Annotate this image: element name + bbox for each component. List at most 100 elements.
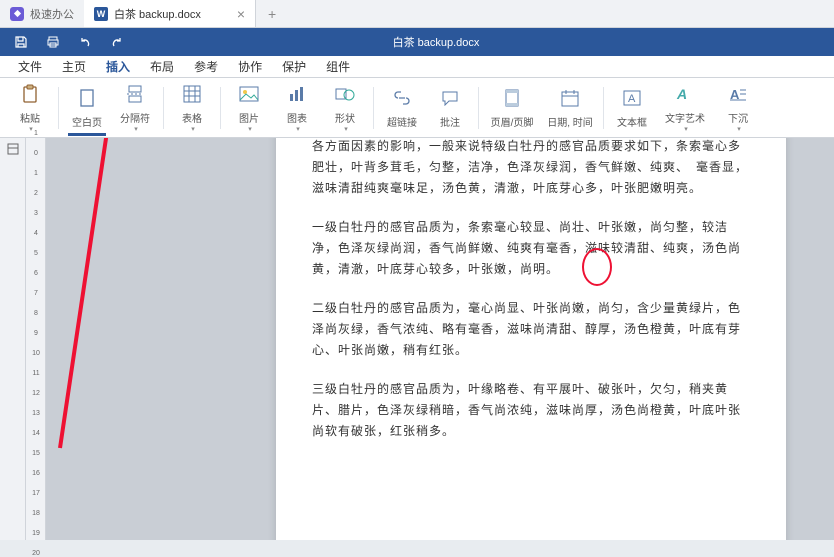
paragraph[interactable]: 各方面因素的影响，一般来说特级白牡丹的感官品质要求如下，条索毫心多肥壮，叶背多茸… — [312, 138, 750, 199]
redo-button[interactable] — [102, 30, 132, 54]
table-label: 表格 — [182, 110, 202, 125]
link-icon — [393, 86, 411, 110]
separator — [373, 87, 374, 129]
separator-label: 分隔符 — [120, 110, 150, 125]
paragraph[interactable]: 二级白牡丹的感官品质为，毫心尚显、叶张尚嫩，尚匀，含少量黄绿片，色泽尚灰绿，香气… — [312, 298, 750, 361]
ruler-tick: 17 — [28, 490, 44, 497]
paste-button[interactable]: 粘贴▾ — [6, 81, 54, 135]
datetime-button[interactable]: 日期, 时间 — [541, 81, 599, 135]
ruler-tick: 2 — [28, 190, 44, 197]
separator-button[interactable]: 分隔符▾ — [111, 81, 159, 135]
save-icon — [14, 35, 28, 49]
menu-home[interactable]: 主页 — [52, 56, 96, 77]
chevron-down-icon: ▾ — [248, 125, 252, 133]
ruler-tick: 1 — [28, 130, 44, 137]
save-button[interactable] — [6, 30, 36, 54]
outline-toggle-button[interactable] — [4, 140, 22, 158]
ruler-tick: 14 — [28, 430, 44, 437]
textbox-label: 文本框 — [617, 114, 647, 129]
dropcap-icon: A — [729, 82, 747, 106]
brand-name: 极速办公 — [30, 6, 74, 22]
dropcap-button[interactable]: A 下沉▾ — [714, 81, 762, 135]
print-icon — [46, 35, 60, 49]
ruler-tick: 19 — [28, 530, 44, 537]
svg-text:A: A — [628, 93, 636, 105]
brand: 极速办公 — [0, 0, 84, 27]
ruler-tick: 4 — [28, 230, 44, 237]
header-footer-icon — [504, 86, 520, 110]
menu-protect[interactable]: 保护 — [272, 56, 316, 77]
wordart-button[interactable]: A 文字艺术▾ — [656, 81, 714, 135]
chart-button[interactable]: 图表▾ — [273, 81, 321, 135]
new-tab-button[interactable]: + — [256, 0, 288, 27]
menu-insert[interactable]: 插入 — [96, 56, 140, 77]
ruler-tick: 20 — [28, 550, 44, 557]
ruler-tick: 8 — [28, 310, 44, 317]
ruler-tick: 0 — [28, 150, 44, 157]
svg-text:A: A — [676, 86, 687, 102]
comment-button[interactable]: 批注 — [426, 81, 474, 135]
shape-button[interactable]: 形状▾ — [321, 81, 369, 135]
ruler-tick: 12 — [28, 390, 44, 397]
chart-label: 图表 — [287, 110, 307, 125]
ruler-tick: 10 — [28, 350, 44, 357]
ruler-tick: 3 — [28, 210, 44, 217]
hyperlink-button[interactable]: 超链接 — [378, 81, 426, 135]
ruler-tick: 9 — [28, 330, 44, 337]
menu-reference[interactable]: 参考 — [184, 56, 228, 77]
paragraph[interactable]: 三级白牡丹的感官品质为，叶缘略卷、有平展叶、破张叶，欠匀，稍夹黄片、腊片，色泽灰… — [312, 379, 750, 442]
chevron-down-icon: ▾ — [737, 125, 741, 133]
tab-label: 白茶 backup.docx — [114, 6, 201, 22]
headerfooter-button[interactable]: 页眉/页脚 — [483, 81, 541, 135]
titlebar: 白茶 backup.docx — [0, 28, 834, 56]
ribbon-insert: 粘贴▾ 空白页 分隔符▾ 表格▾ 图片▾ 图表▾ 形状▾ 超链接 批注 页眉/页… — [0, 78, 834, 138]
paste-label: 粘贴 — [20, 110, 40, 125]
textbox-button[interactable]: A 文本框 — [608, 81, 656, 135]
document-canvas[interactable]: 各方面因素的影响，一般来说特级白牡丹的感官品质要求如下，条索毫心多肥壮，叶背多茸… — [46, 138, 834, 540]
menu-file[interactable]: 文件 — [8, 56, 52, 77]
outline-icon — [7, 143, 19, 155]
clipboard-icon — [21, 82, 39, 106]
separator — [603, 87, 604, 129]
picture-icon — [239, 82, 259, 106]
blank-page-icon — [79, 86, 95, 110]
picture-button[interactable]: 图片▾ — [225, 81, 273, 135]
blankpage-button[interactable]: 空白页 — [63, 81, 111, 135]
picture-label: 图片 — [239, 110, 259, 125]
app-topbar: 极速办公 W 白茶 backup.docx × + — [0, 0, 834, 28]
redo-icon — [110, 35, 124, 49]
wordart-icon: A — [675, 82, 695, 106]
chevron-down-icon: ▾ — [684, 125, 688, 133]
comment-label: 批注 — [440, 114, 460, 129]
chevron-down-icon: ▾ — [134, 125, 138, 133]
vertical-ruler: 101234567891011121314151617181920 — [26, 138, 46, 540]
blankpage-label: 空白页 — [72, 114, 102, 129]
datetime-icon — [561, 86, 579, 110]
close-icon[interactable]: × — [237, 6, 245, 22]
separator — [58, 87, 59, 129]
chevron-down-icon: ▾ — [191, 125, 195, 133]
table-icon — [183, 82, 201, 106]
ruler-tick: 11 — [28, 370, 44, 377]
headerfooter-label: 页眉/页脚 — [491, 114, 534, 129]
menu-layout[interactable]: 布局 — [140, 56, 184, 77]
ruler-tick: 15 — [28, 450, 44, 457]
hyperlink-label: 超链接 — [387, 114, 417, 129]
paragraph[interactable]: 一级白牡丹的感官品质为，条索毫心较显、尚壮、叶张嫩，尚匀整，较洁净，色泽灰绿尚润… — [312, 217, 750, 280]
menu-collab[interactable]: 协作 — [228, 56, 272, 77]
ruler-tick: 5 — [28, 250, 44, 257]
print-button[interactable] — [38, 30, 68, 54]
chevron-down-icon: ▾ — [344, 125, 348, 133]
menu-component[interactable]: 组件 — [316, 56, 360, 77]
table-button[interactable]: 表格▾ — [168, 81, 216, 135]
separator — [163, 87, 164, 129]
ruler-tick: 7 — [28, 290, 44, 297]
side-pane — [0, 138, 26, 540]
separator — [220, 87, 221, 129]
document-tab[interactable]: W 白茶 backup.docx × — [84, 0, 256, 27]
undo-button[interactable] — [70, 30, 100, 54]
ruler-tick: 1 — [28, 170, 44, 177]
page-break-icon — [127, 82, 143, 106]
brand-icon — [10, 7, 24, 21]
workarea: 101234567891011121314151617181920 各方面因素的… — [0, 138, 834, 540]
